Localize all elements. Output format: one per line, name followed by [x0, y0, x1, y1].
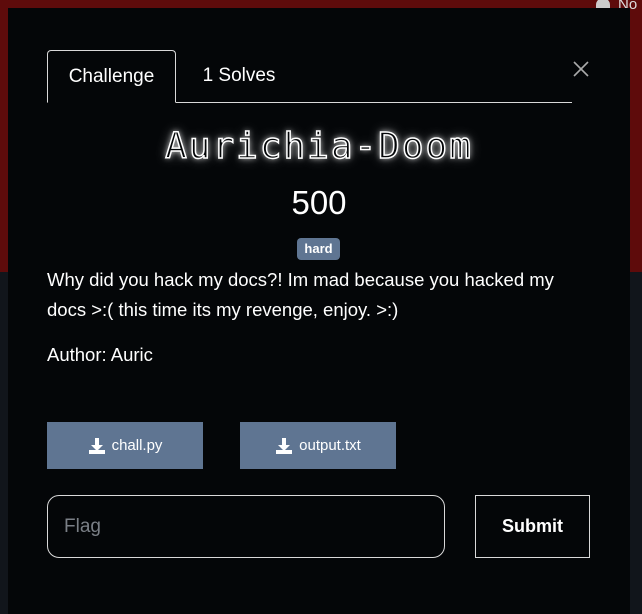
download-icon: [276, 437, 293, 454]
challenge-author: Author: Auric: [47, 344, 153, 365]
download-icon: [88, 437, 105, 454]
challenge-description: Why did you hack my docs?! Im mad becaus…: [47, 269, 554, 320]
tab-solves[interactable]: 1 Solves: [189, 50, 289, 102]
submit-button[interactable]: Submit: [475, 495, 590, 558]
file-label: chall.py: [111, 437, 163, 454]
difficulty-badge: hard: [297, 238, 340, 260]
download-chall-py-button[interactable]: chall.py: [47, 422, 203, 469]
download-output-txt-button[interactable]: output.txt: [240, 422, 396, 469]
challenge-points: 500: [291, 184, 347, 221]
challenge-modal: Challenge 1 Solves Aurichia-Doom 500 har…: [8, 8, 630, 614]
challenge-title: Aurichia-Doom: [164, 125, 473, 168]
file-label: output.txt: [299, 437, 361, 454]
close-icon[interactable]: [570, 58, 592, 80]
flag-input[interactable]: [47, 495, 445, 558]
modal-tabs: Challenge 1 Solves: [47, 50, 572, 103]
tab-challenge[interactable]: Challenge: [47, 50, 176, 103]
